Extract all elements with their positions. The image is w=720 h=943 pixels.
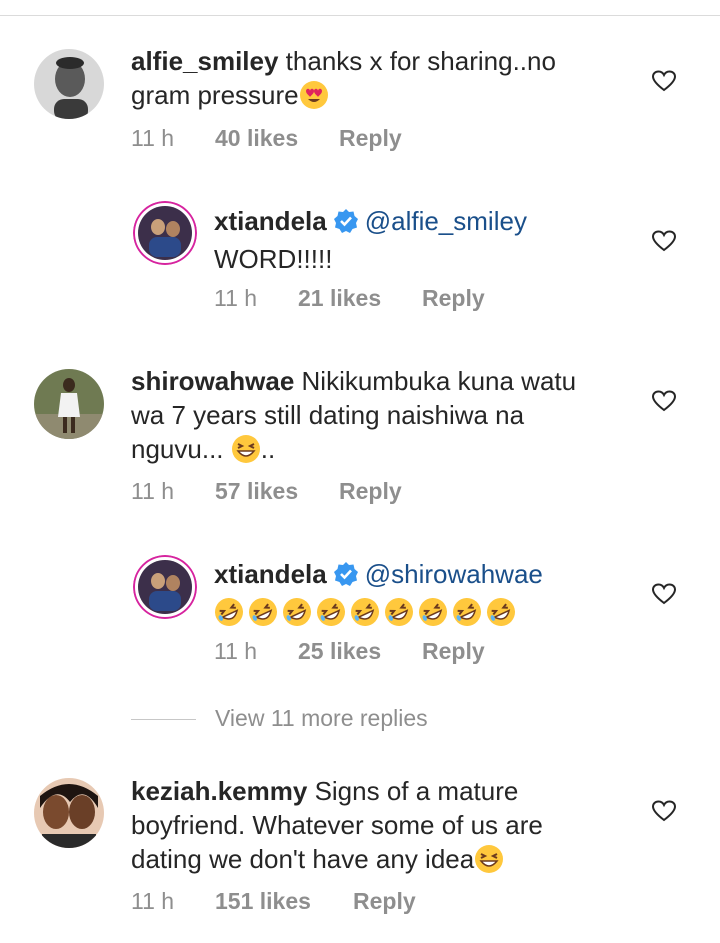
likes-count[interactable]: 57 likes [215, 478, 298, 505]
comment-time: 11 h [131, 125, 175, 151]
rolling-on-floor-laughing-emoji-icon [282, 597, 312, 635]
view-more-label[interactable]: View 11 more replies [215, 705, 428, 732]
grinning-squinting-emoji-icon [231, 434, 261, 472]
comment-time: 11 h [214, 638, 258, 664]
comment-time: 11 h [131, 888, 175, 914]
like-heart-icon[interactable] [651, 583, 677, 610]
like-heart-icon[interactable] [651, 70, 677, 97]
reply-button[interactable]: Reply [339, 478, 402, 505]
emoji-row [214, 595, 634, 629]
avatar-photo [34, 369, 104, 439]
comment-username[interactable]: keziah.kemmy [131, 776, 307, 806]
comment-body: xtiandela @alfie_smiley WORD!!!!! [214, 204, 634, 276]
comment-username[interactable]: shirowahwae [131, 366, 294, 396]
likes-count[interactable]: 21 likes [298, 285, 381, 312]
comment-text: boyfriend. Whatever some of us are [131, 810, 543, 840]
comment-text: .. [260, 434, 276, 464]
avatar[interactable] [34, 369, 104, 439]
avatar-photo [133, 555, 197, 619]
comment-text: wa 7 years still dating naishiwa na [131, 400, 525, 430]
comment-text: gram pressure [131, 80, 299, 110]
view-more-line [131, 719, 196, 720]
grinning-squinting-emoji-icon [474, 844, 504, 882]
reply-button[interactable]: Reply [353, 888, 416, 915]
likes-count[interactable]: 25 likes [298, 638, 381, 665]
comment-meta: 11 h 57 likes Reply [131, 478, 461, 506]
comment-body: keziah.kemmy Signs of a mature boyfriend… [131, 774, 631, 882]
rolling-on-floor-laughing-emoji-icon [486, 597, 516, 635]
rolling-on-floor-laughing-emoji-icon [248, 597, 278, 635]
reply-button[interactable]: Reply [422, 638, 485, 665]
comment-text: nguvu... [131, 434, 231, 464]
comment-body: xtiandela @shirowahwae [214, 557, 634, 629]
likes-count[interactable]: 40 likes [215, 125, 298, 152]
reply-button[interactable]: Reply [339, 125, 402, 152]
mention-link[interactable]: @alfie_smiley [365, 206, 527, 236]
comment-text: Nikikumbuka kuna watu [301, 366, 577, 396]
heart-eyes-emoji-icon [299, 80, 329, 118]
comment-text: thanks x for sharing..no [285, 46, 556, 76]
rolling-on-floor-laughing-emoji-icon [316, 597, 346, 635]
comment-time: 11 h [131, 478, 175, 504]
avatar-photo [133, 201, 197, 265]
comment-meta: 11 h 21 likes Reply [214, 285, 544, 313]
likes-count[interactable]: 151 likes [215, 888, 311, 915]
comment-username[interactable]: xtiandela [214, 559, 327, 589]
comment-text: dating we don't have any idea [131, 844, 475, 874]
like-heart-icon[interactable] [651, 800, 677, 827]
rolling-on-floor-laughing-emoji-icon [350, 597, 380, 635]
comment-body: shirowahwae Nikikumbuka kuna watu wa 7 y… [131, 364, 631, 472]
comment-meta: 11 h 25 likes Reply [214, 638, 544, 666]
comment-username[interactable]: alfie_smiley [131, 46, 278, 76]
comment-text: WORD!!!!! [214, 244, 333, 274]
avatar[interactable] [133, 555, 197, 619]
like-heart-icon[interactable] [651, 390, 677, 417]
reply-button[interactable]: Reply [422, 285, 485, 312]
rolling-on-floor-laughing-emoji-icon [384, 597, 414, 635]
comment-meta: 11 h 40 likes Reply [131, 125, 461, 153]
verified-badge-icon [333, 208, 359, 242]
top-divider [0, 15, 720, 16]
avatar-photo [34, 778, 104, 848]
comment-text: Signs of a mature [314, 776, 519, 806]
comment-meta: 11 h 151 likes Reply [131, 888, 461, 916]
verified-badge-icon [333, 561, 359, 595]
comment-time: 11 h [214, 285, 258, 311]
comment-username[interactable]: xtiandela [214, 206, 327, 236]
avatar-photo [34, 49, 104, 119]
like-heart-icon[interactable] [651, 230, 677, 257]
view-more-replies[interactable]: View 11 more replies [131, 705, 471, 735]
avatar[interactable] [133, 201, 197, 265]
mention-link[interactable]: @shirowahwae [365, 559, 543, 589]
rolling-on-floor-laughing-emoji-icon [214, 597, 244, 635]
rolling-on-floor-laughing-emoji-icon [418, 597, 448, 635]
avatar[interactable] [34, 778, 104, 848]
avatar[interactable] [34, 49, 104, 119]
comment-body: alfie_smiley thanks x for sharing..no gr… [131, 44, 631, 118]
rolling-on-floor-laughing-emoji-icon [452, 597, 482, 635]
